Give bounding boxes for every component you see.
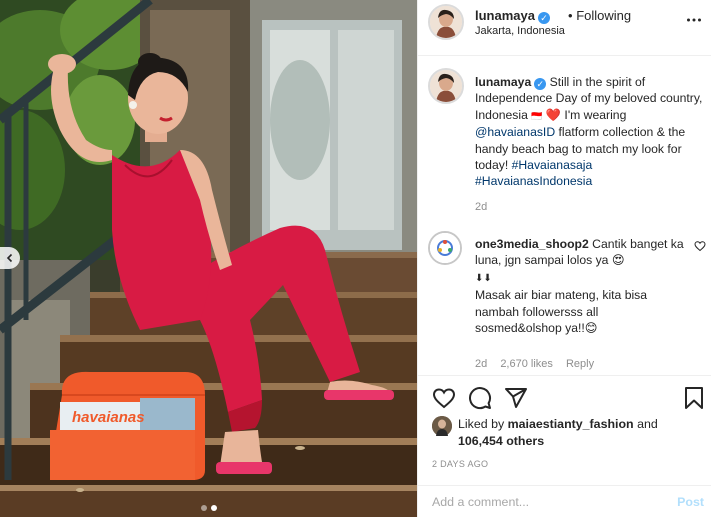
- post-side-panel: lunamaya ✓ • Following Jakarta, Indonesia: [417, 0, 711, 517]
- caption-text: lunamaya ✓ Still in the spirit of Indepen…: [475, 74, 705, 190]
- avatar-image: [430, 70, 462, 102]
- avatar-image: [432, 416, 452, 436]
- caption-username[interactable]: lunamaya: [475, 75, 531, 89]
- comment-body-2: Masak air biar mateng, kita bisa nambah …: [475, 288, 648, 336]
- hashtag-link[interactable]: #Havaianasaja: [512, 158, 593, 172]
- verified-badge-icon: ✓: [537, 12, 550, 24]
- reply-button[interactable]: Reply: [566, 358, 594, 370]
- caption-body-2: I'm wearing: [561, 107, 627, 122]
- liker-username[interactable]: maiaestianty_fashion: [508, 417, 634, 431]
- bookmark-icon[interactable]: [682, 386, 706, 410]
- add-comment-input[interactable]: [432, 495, 652, 509]
- comment-likes[interactable]: 2,670 likes: [500, 358, 553, 370]
- carousel-dot: [200, 505, 207, 511]
- avatar[interactable]: [430, 6, 462, 38]
- heart-emoji: ❤️: [545, 107, 562, 122]
- chevron-left-icon: [6, 253, 13, 263]
- heart-eyes-emoji: 😍: [611, 253, 625, 268]
- mention-link[interactable]: @havaianasID: [475, 125, 555, 139]
- arrow-down-emoji: ⬇⬇: [475, 272, 492, 284]
- post-header: lunamaya ✓ • Following Jakarta, Indonesia: [418, 0, 711, 56]
- following-label[interactable]: Following: [576, 8, 631, 23]
- flag-emoji: 🇮🇩: [531, 110, 543, 121]
- verified-badge-icon: ✓: [534, 78, 547, 90]
- likes-text: Liked by maiaestianty_fashion and 106,45…: [458, 416, 698, 450]
- instagram-post: havaianas lunamaya ✓ • Following Jakarta…: [0, 0, 711, 517]
- location-link[interactable]: Jakarta, Indonesia: [475, 25, 565, 37]
- share-icon[interactable]: [504, 386, 528, 410]
- header-username-text[interactable]: lunamaya: [475, 8, 535, 23]
- carousel-indicator: [0, 505, 417, 511]
- liker-avatar[interactable]: [432, 416, 452, 436]
- comment-like-heart-icon[interactable]: [694, 240, 706, 252]
- svg-text:havaianas: havaianas: [72, 409, 145, 426]
- post-date[interactable]: 2 DAYS AGO: [432, 459, 488, 469]
- post-comment-button[interactable]: Post: [677, 495, 704, 509]
- post-photo: havaianas: [0, 0, 417, 517]
- liked-by-label: Liked by: [458, 417, 508, 431]
- comment-text: one3media_shoop2 Cantik banget ka luna, …: [475, 236, 685, 336]
- smile-emoji: 😊: [584, 321, 598, 336]
- separator-dot: •: [568, 8, 573, 23]
- comment-icon[interactable]: [468, 386, 492, 410]
- carousel-dot-active: [210, 505, 217, 511]
- header-username[interactable]: lunamaya ✓: [475, 8, 550, 24]
- likes-count[interactable]: 106,454 others: [458, 434, 544, 448]
- caption-avatar[interactable]: [430, 70, 462, 102]
- photo-scene: havaianas: [0, 0, 417, 517]
- caption-age[interactable]: 2d: [475, 201, 487, 213]
- comment-age[interactable]: 2d: [475, 358, 487, 370]
- and-label: and: [633, 417, 658, 431]
- avatar-image: [430, 6, 462, 38]
- hashtag-link[interactable]: #HavaianasIndonesia: [475, 174, 592, 188]
- one3media-logo-icon: [430, 233, 460, 263]
- add-comment-bar: Post: [418, 485, 711, 517]
- comment-username[interactable]: one3media_shoop2: [475, 237, 589, 251]
- following-button[interactable]: • Following: [568, 8, 631, 23]
- comment-meta: 2d 2,670 likes Reply: [475, 358, 604, 370]
- more-horizontal-icon[interactable]: [686, 12, 702, 28]
- comment-avatar[interactable]: [430, 233, 460, 263]
- heart-icon[interactable]: [432, 386, 456, 410]
- post-actions: Liked by maiaestianty_fashion and 106,45…: [418, 375, 711, 517]
